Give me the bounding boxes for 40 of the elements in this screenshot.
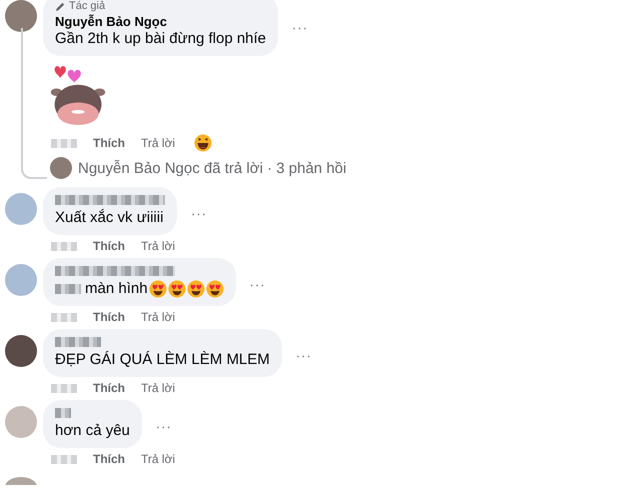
reply-link[interactable]: Trả lời	[141, 239, 176, 253]
comment-text: màn hình	[85, 279, 148, 299]
author-label: Tác giả	[69, 0, 106, 12]
heart-eyes-emoji-icon	[206, 280, 224, 298]
pixelated-time-drawing	[51, 242, 77, 250]
more-options-button[interactable]: ···	[250, 276, 266, 292]
avatar[interactable]	[5, 335, 37, 367]
commenter-name[interactable]: Nguyễn Bảo Ngọc	[55, 14, 266, 29]
comment-text: ĐẸP GÁI QUÁ LÈM LÈM MLEM	[55, 350, 270, 370]
pixelated-time-drawing	[51, 312, 77, 322]
comment-text: Xuất xắc vk ưiiiii	[55, 208, 164, 228]
pixelated-time-drawing	[51, 138, 77, 148]
reply-link[interactable]: Trả lời	[141, 310, 176, 324]
pixelated-name-drawing	[55, 408, 71, 418]
comment-text: hơn cả yêu	[55, 421, 130, 441]
like-link[interactable]: Thích	[93, 239, 125, 253]
like-link[interactable]: Thích	[93, 310, 125, 324]
like-link[interactable]: Thích	[93, 452, 125, 466]
more-options-button[interactable]: ···	[156, 418, 172, 434]
pencil-icon	[55, 0, 66, 12]
like-link[interactable]: Thích	[93, 381, 125, 395]
more-options-button[interactable]: ···	[191, 206, 207, 220]
like-link[interactable]: Thích	[93, 136, 125, 150]
comment-text: Gần 2th k up bài đừng flop nhíe	[55, 29, 266, 49]
heart-eyes-emoji-icon	[148, 280, 167, 298]
view-replies-link[interactable]: Nguyễn Bảo Ngọc đã trả lời · 3 phản hồi	[78, 160, 346, 176]
heart-eyes-emoji-icon	[168, 280, 186, 298]
reply-link[interactable]: Trả lời	[141, 381, 176, 395]
reply-link[interactable]: Trả lời	[141, 452, 176, 466]
reply-link[interactable]: Trả lời	[141, 136, 176, 150]
pixelated-time-drawing	[51, 454, 77, 464]
avatar[interactable]	[5, 0, 37, 32]
pixelated-time-drawing	[51, 384, 77, 392]
heart-eyes-emoji-icon	[186, 280, 205, 298]
avatar[interactable]	[50, 157, 72, 179]
pixelated-name-drawing	[55, 337, 101, 347]
pixelated-text-drawing	[55, 284, 81, 294]
more-options-button[interactable]: ···	[296, 348, 312, 362]
laughing-face-icon	[194, 134, 212, 152]
more-options-button[interactable]: ···	[292, 20, 308, 34]
